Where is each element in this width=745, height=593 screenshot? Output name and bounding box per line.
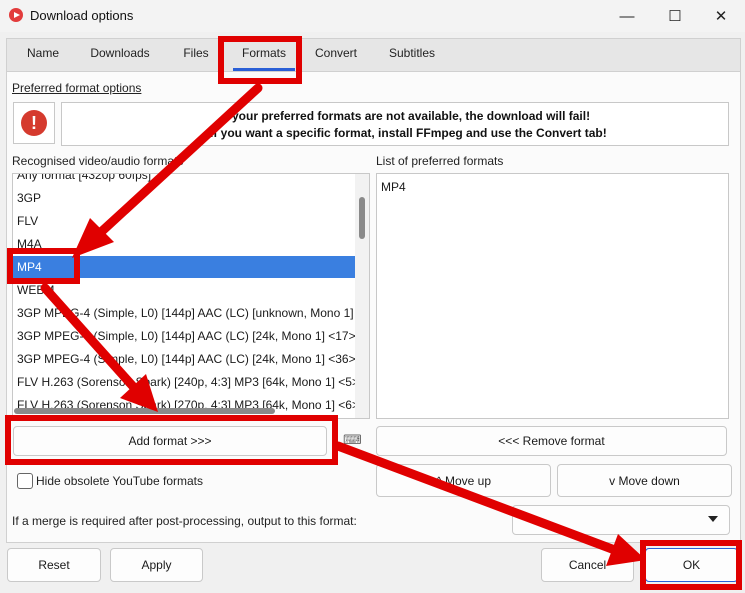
list-item[interactable]: 3GP MPEG-4 (Simple, L0) [144p] AAC (LC) … <box>13 348 356 370</box>
move-down-button[interactable]: v Move down <box>557 464 732 497</box>
window-title: Download options <box>30 8 134 23</box>
merge-format-dropdown[interactable] <box>512 505 730 535</box>
remove-format-button[interactable]: <<< Remove format <box>376 426 727 456</box>
apply-button[interactable]: Apply <box>110 548 203 582</box>
preferred-format-options-label: Preferred format options <box>12 81 142 95</box>
warning-line-1: your preferred formats are not available… <box>232 109 591 123</box>
tab-files[interactable]: Files <box>168 46 224 64</box>
tab-convert[interactable]: Convert <box>304 46 368 64</box>
warning-message-box: your preferred formats are not available… <box>61 102 729 146</box>
list-item[interactable]: FLV H.263 (Sorenson Spark) [240p, 4:3] M… <box>13 371 356 393</box>
vertical-scroll-thumb[interactable] <box>359 197 365 239</box>
minimize-button[interactable]: — <box>604 0 650 32</box>
list-item[interactable]: 3GP MPEG-4 (Simple, L0) [144p] AAC (LC) … <box>13 325 356 347</box>
tab-subtitles[interactable]: Subtitles <box>376 46 448 64</box>
close-button[interactable]: ✕ <box>698 0 744 32</box>
keyboard-icon: ⌨ <box>343 432 362 447</box>
preferred-formats-list[interactable]: MP4 <box>376 173 729 419</box>
list-item[interactable]: MP4 <box>377 176 726 198</box>
recognised-formats-list[interactable]: Any format [4320p 60fps] 3GP FLV M4A MP4… <box>12 173 357 419</box>
list-item[interactable]: FLV <box>13 210 356 232</box>
chevron-down-icon <box>708 516 718 522</box>
annotation-box-mp4 <box>7 248 80 284</box>
warning-icon-frame: ! <box>13 102 55 144</box>
list-item[interactable]: 3GP <box>13 187 356 209</box>
exclamation-icon: ! <box>21 110 47 136</box>
list-item[interactable]: 3GP MPEG-4 (Simple, L0) [144p] AAC (LC) … <box>13 302 356 324</box>
app-icon <box>9 8 23 22</box>
recognised-formats-label: Recognised video/audio formats <box>12 154 184 168</box>
horizontal-scroll-thumb[interactable] <box>14 408 275 414</box>
list-item[interactable]: Any format [4320p 60fps] <box>13 174 356 186</box>
annotation-box-ok <box>640 540 742 590</box>
warning-line-2: If you want a specific format, install F… <box>210 126 607 140</box>
tab-downloads[interactable]: Downloads <box>80 46 160 64</box>
annotation-box-add-format <box>5 415 338 465</box>
preferred-formats-label: List of preferred formats <box>376 154 504 168</box>
hide-obsolete-checkbox[interactable] <box>17 473 33 489</box>
annotation-box-formats-tab <box>218 36 302 84</box>
cancel-button[interactable]: Cancel <box>541 548 634 582</box>
maximize-button[interactable]: ☐ <box>652 0 698 32</box>
tab-name[interactable]: Name <box>14 46 72 64</box>
reset-button[interactable]: Reset <box>7 548 101 582</box>
merge-format-label: If a merge is required after post-proces… <box>12 514 357 528</box>
hide-obsolete-label: Hide obsolete YouTube formats <box>36 474 203 488</box>
move-up-button[interactable]: ^ Move up <box>376 464 551 497</box>
